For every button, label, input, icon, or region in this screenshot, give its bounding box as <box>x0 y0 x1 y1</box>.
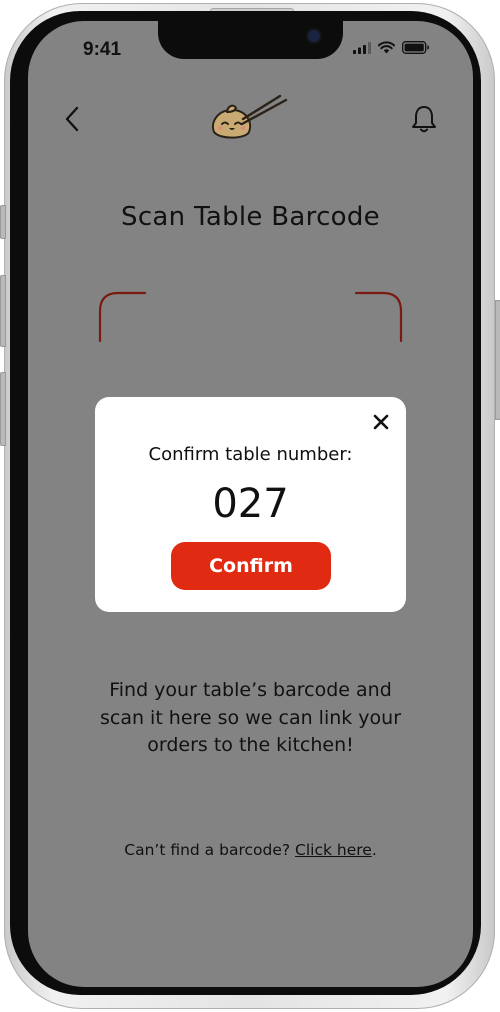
notch <box>158 21 343 59</box>
volume-up-button <box>0 275 6 347</box>
scan-corner-top-left <box>98 291 147 343</box>
battery-icon <box>402 41 429 54</box>
scan-viewfinder <box>98 291 403 343</box>
scan-corner-top-right <box>354 291 403 343</box>
instructions-text: Find your table’s barcode and scan it he… <box>99 679 402 756</box>
status-time: 9:41 <box>83 39 122 60</box>
dumpling-chopsticks-logo <box>212 94 288 139</box>
chevron-left-icon <box>65 106 79 132</box>
close-button[interactable] <box>370 411 392 433</box>
volume-down-button <box>0 372 6 446</box>
back-button[interactable] <box>58 104 86 134</box>
wifi-icon <box>378 41 395 54</box>
bell-icon <box>412 106 436 133</box>
power-button <box>495 300 500 420</box>
help-line: Can’t find a barcode? Click here. <box>28 841 473 859</box>
confirm-table-modal: Confirm table number: 027 Confirm <box>95 397 406 612</box>
front-camera <box>308 30 320 42</box>
help-prefix: Can’t find a barcode? <box>124 841 296 859</box>
click-here-link[interactable]: Click here <box>295 841 372 859</box>
silent-switch <box>0 205 6 239</box>
table-number: 027 <box>212 481 289 527</box>
notifications-button[interactable] <box>407 101 441 137</box>
cellular-signal-icon <box>353 41 371 54</box>
app-screen: 9:41 Scan Table Barcode Confirm table nu… <box>28 21 473 987</box>
status-icons <box>353 41 430 54</box>
close-icon <box>373 414 389 430</box>
page-title: Scan Table Barcode <box>121 202 380 232</box>
confirm-button[interactable]: Confirm <box>171 542 331 590</box>
app-logo <box>208 94 298 146</box>
help-suffix: . <box>371 841 377 859</box>
confirm-label: Confirm table number: <box>148 444 353 465</box>
